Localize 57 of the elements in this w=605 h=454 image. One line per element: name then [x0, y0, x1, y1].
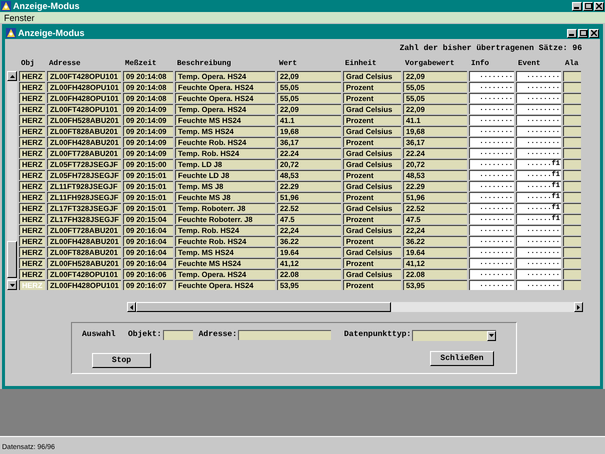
scroll-right-button[interactable] — [574, 302, 583, 312]
input-field[interactable] — [162, 330, 193, 340]
close-button[interactable] — [594, 2, 604, 10]
horizontal-scrollbar[interactable] — [127, 302, 583, 312]
table-cell — [563, 115, 581, 125]
table-cell — [563, 137, 581, 147]
table-cell — [563, 225, 581, 235]
app-icon — [6, 28, 16, 38]
menu-item[interactable]: Fenster — [4, 12, 35, 22]
input-field[interactable] — [238, 330, 332, 340]
maximize-icon — [580, 30, 586, 36]
up-arrow-icon — [10, 74, 14, 78]
scroll-down-button[interactable] — [7, 280, 17, 290]
table-cell — [563, 203, 581, 213]
table-cell — [563, 258, 581, 268]
record-count: Zahl der bisher übertragenen Sätze: 96 — [400, 43, 582, 55]
table-cell — [563, 148, 581, 158]
table-cell — [563, 170, 581, 180]
minimize-button[interactable] — [567, 28, 577, 38]
table-cell — [563, 269, 581, 279]
minimize-button[interactable] — [572, 2, 582, 10]
table-cell — [563, 104, 581, 114]
right-arrow-icon — [577, 304, 580, 310]
table-cell — [563, 192, 581, 202]
field-label: Adresse: — [198, 329, 238, 341]
field-label: Objekt: — [128, 329, 162, 341]
table-cell — [563, 93, 581, 103]
close-icon — [596, 3, 602, 9]
scroll-up-button[interactable] — [7, 71, 17, 81]
table-cell — [563, 159, 581, 169]
maximize-button[interactable] — [583, 2, 593, 10]
scroll-thumb[interactable] — [7, 241, 17, 278]
table-cell — [563, 181, 581, 191]
scroll-thumb[interactable] — [136, 302, 391, 312]
table-cell — [563, 71, 581, 81]
table-cell — [563, 247, 581, 257]
window-title: Anzeige-Modus — [13, 1, 80, 11]
close-icon — [591, 30, 597, 36]
dropdown[interactable] — [412, 330, 496, 340]
left-arrow-icon — [130, 304, 133, 310]
table-cell — [563, 82, 581, 92]
table-cell — [563, 214, 581, 224]
stop-button[interactable]: Stop — [92, 353, 151, 368]
table-cell — [563, 280, 581, 290]
close-button[interactable]: Schließen — [430, 351, 494, 366]
maximize-icon — [584, 3, 592, 9]
vertical-scrollbar[interactable] — [7, 71, 17, 290]
table-cell — [563, 236, 581, 246]
app-icon — [1, 1, 11, 11]
window-title: Anzeige-Modus — [18, 28, 86, 38]
field-label: Datenpunkttyp: — [344, 329, 412, 341]
scroll-left-button[interactable] — [127, 302, 136, 312]
close-button[interactable] — [589, 28, 599, 38]
down-arrow-icon — [10, 284, 14, 286]
maximize-button[interactable] — [578, 28, 588, 38]
table-cell — [563, 126, 581, 136]
filter-label: Auswahl — [82, 329, 117, 341]
